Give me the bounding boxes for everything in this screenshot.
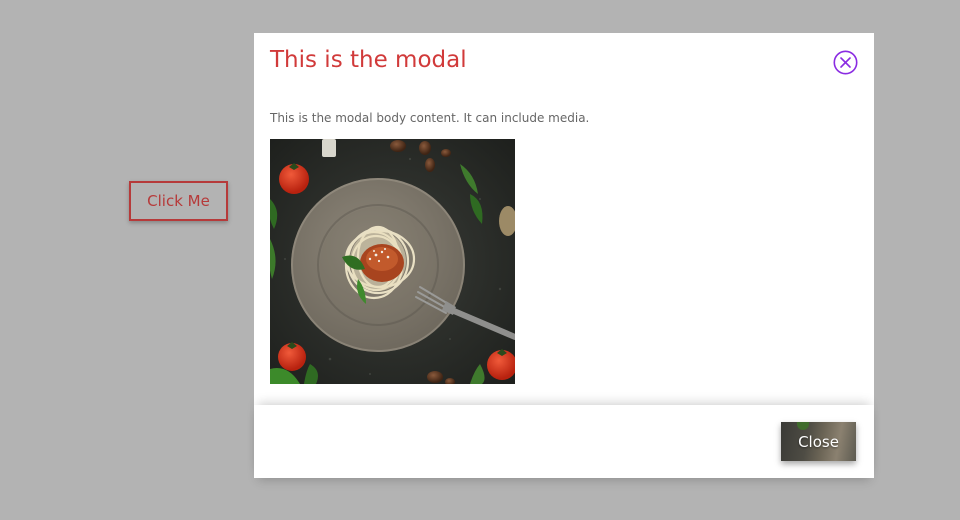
close-button-label: Close <box>798 432 839 451</box>
modal-footer: Close <box>254 405 874 478</box>
pasta-plate-image <box>270 139 515 384</box>
modal-header: This is the modal <box>254 33 874 95</box>
modal-title: This is the modal <box>270 47 467 73</box>
close-button[interactable]: Close <box>781 422 856 461</box>
leaf-decoration <box>797 422 809 430</box>
modal-body-text: This is the modal body content. It can i… <box>270 111 590 125</box>
click-me-button[interactable]: Click Me <box>129 181 228 221</box>
close-circle-icon[interactable] <box>833 50 858 75</box>
modal-dialog: This is the modal This is the modal body… <box>254 33 874 478</box>
